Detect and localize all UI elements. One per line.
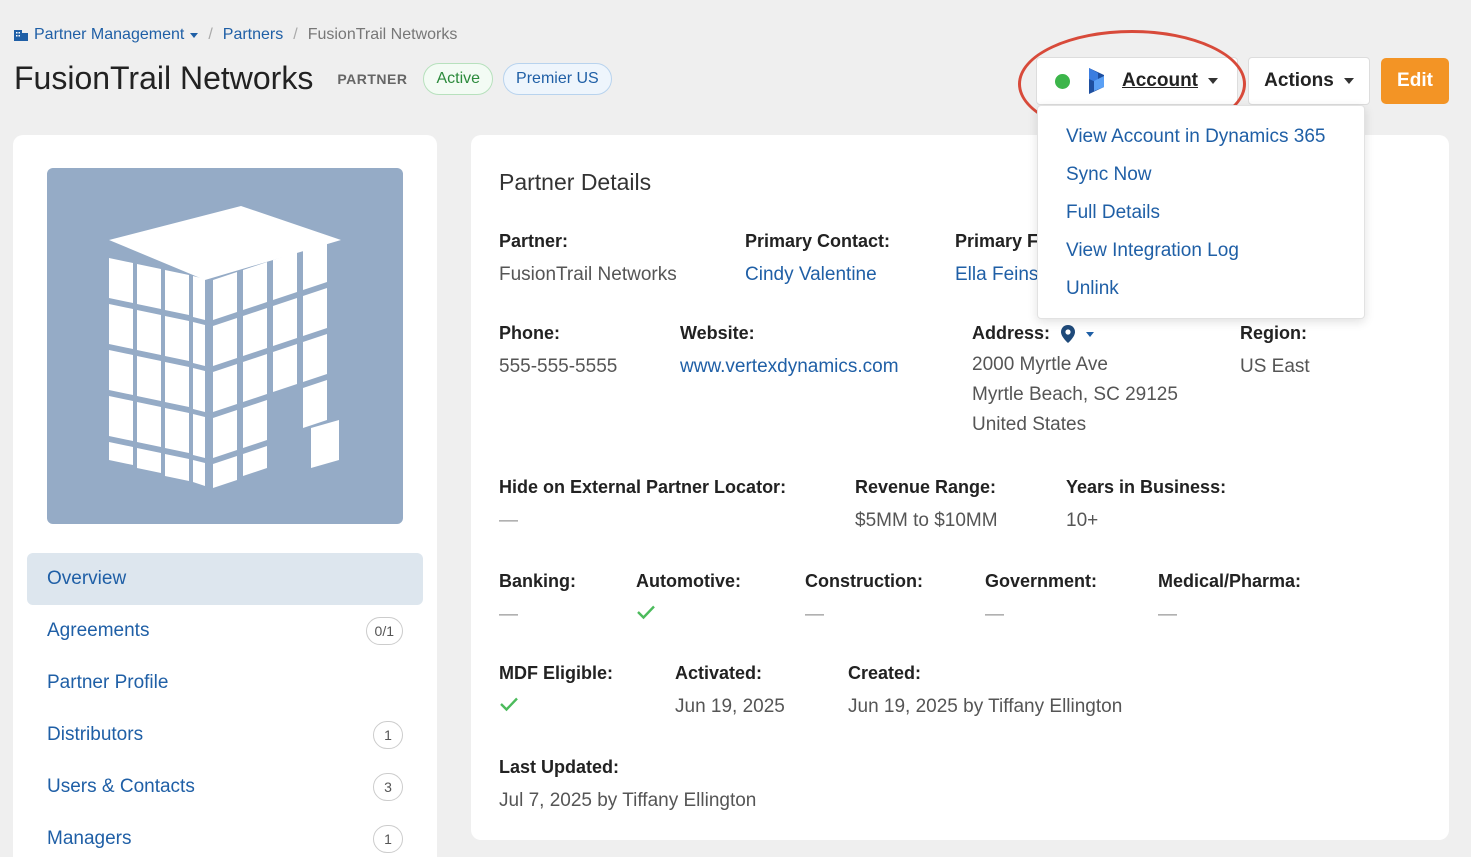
menu-item-unlink[interactable]: Unlink xyxy=(1038,270,1364,308)
sidebar-item-partner-profile[interactable]: Partner Profile xyxy=(27,657,423,709)
section-title: Partner Details xyxy=(499,169,652,195)
title-row: FusionTrail Networks PARTNER Active Prem… xyxy=(14,60,612,97)
map-pin-icon[interactable] xyxy=(1061,325,1076,344)
breadcrumb-current: FusionTrail Networks xyxy=(307,26,458,43)
side-nav: Overview Agreements 0/1 Partner Profile … xyxy=(27,553,423,857)
field-region: Region: US East xyxy=(1240,323,1310,377)
sidebar-item-label: Agreements xyxy=(47,620,150,641)
primary-other-link[interactable]: Ella Feins xyxy=(955,260,1038,290)
website-link[interactable]: www.vertexdynamics.com xyxy=(680,352,899,382)
field-revenue-range: Revenue Range: $5MM to $10MM xyxy=(855,477,998,531)
chevron-down-icon xyxy=(1343,78,1354,84)
tier-badge: Premier US xyxy=(503,62,612,95)
checkmark-icon xyxy=(637,605,655,620)
left-sidebar-card: Overview Agreements 0/1 Partner Profile … xyxy=(13,135,437,857)
menu-item-sync-now[interactable]: Sync Now xyxy=(1038,156,1364,194)
field-created: Created: Jun 19, 2025 by Tiffany Ellingt… xyxy=(848,663,1123,717)
field-address: Address: 2000 Myrtle Ave Myrtle Beach, S… xyxy=(972,323,1178,435)
field-primary-other: Primary F Ella Feins xyxy=(955,231,1038,290)
account-button[interactable]: Account xyxy=(1036,57,1238,105)
partner-type-tag: PARTNER xyxy=(337,70,408,87)
field-years-in-business: Years in Business: 10+ xyxy=(1066,477,1227,531)
field-banking: Banking: — xyxy=(499,571,577,625)
building-icon xyxy=(109,206,341,488)
field-activated: Activated: Jun 19, 2025 xyxy=(675,663,785,717)
sidebar-item-label: Partner Profile xyxy=(47,672,169,693)
menu-item-view-integration-log[interactable]: View Integration Log xyxy=(1038,232,1364,270)
breadcrumb-partner-management[interactable]: Partner Management xyxy=(34,26,184,44)
menu-item-full-details[interactable]: Full Details xyxy=(1038,194,1364,232)
field-partner: Partner: FusionTrail Networks xyxy=(499,231,677,285)
field-medical-pharma: Medical/Pharma: — xyxy=(1158,571,1302,625)
sidebar-item-managers[interactable]: Managers 1 xyxy=(27,813,423,857)
sidebar-item-overview[interactable]: Overview xyxy=(27,553,423,605)
field-phone: Phone: 555-555-5555 xyxy=(499,323,618,377)
actions-button[interactable]: Actions xyxy=(1248,57,1370,105)
field-government: Government: — xyxy=(985,571,1098,625)
field-website: Website: www.vertexdynamics.com xyxy=(680,323,899,382)
field-primary-contact: Primary Contact: Cindy Valentine xyxy=(745,231,890,290)
field-last-updated: Last Updated: Jul 7, 2025 by Tiffany Ell… xyxy=(499,757,757,811)
breadcrumb-partners[interactable]: Partners xyxy=(223,26,283,44)
sidebar-item-agreements[interactable]: Agreements 0/1 xyxy=(27,605,423,657)
sidebar-item-label: Users & Contacts xyxy=(47,776,195,797)
account-dropdown-menu: View Account in Dynamics 365 Sync Now Fu… xyxy=(1037,105,1365,319)
actions-label: Actions xyxy=(1264,70,1334,91)
count-badge: 1 xyxy=(373,721,403,749)
count-badge: 1 xyxy=(373,825,403,853)
field-construction: Construction: — xyxy=(805,571,923,625)
primary-contact-link[interactable]: Cindy Valentine xyxy=(745,260,890,290)
status-badge: Active xyxy=(423,62,494,95)
partner-logo-placeholder xyxy=(47,168,403,524)
sidebar-item-distributors[interactable]: Distributors 1 xyxy=(27,709,423,761)
sidebar-item-label: Distributors xyxy=(47,724,144,745)
edit-button[interactable]: Edit xyxy=(1381,58,1449,104)
page-title: FusionTrail Networks xyxy=(14,60,314,96)
dynamics-365-icon xyxy=(1089,68,1104,94)
count-badge: 3 xyxy=(373,773,403,801)
menu-item-view-in-dynamics[interactable]: View Account in Dynamics 365 xyxy=(1038,118,1364,156)
chevron-down-icon[interactable] xyxy=(1086,331,1095,337)
sidebar-item-users-contacts[interactable]: Users & Contacts 3 xyxy=(27,761,423,813)
building-icon xyxy=(14,30,28,41)
field-automotive: Automotive: xyxy=(636,571,741,620)
sync-status-dot xyxy=(1055,73,1070,89)
chevron-down-icon[interactable] xyxy=(190,32,199,38)
field-mdf-eligible: MDF Eligible: xyxy=(499,663,613,712)
field-hide-locator: Hide on External Partner Locator: — xyxy=(499,477,787,531)
checkmark-icon xyxy=(500,697,518,712)
sidebar-item-label: Managers xyxy=(47,828,132,849)
breadcrumb: Partner Management / Partners / FusionTr… xyxy=(14,26,457,44)
chevron-down-icon[interactable] xyxy=(1208,78,1218,84)
count-badge: 0/1 xyxy=(365,617,403,645)
account-label[interactable]: Account xyxy=(1122,70,1198,92)
sidebar-item-label: Overview xyxy=(47,568,127,589)
